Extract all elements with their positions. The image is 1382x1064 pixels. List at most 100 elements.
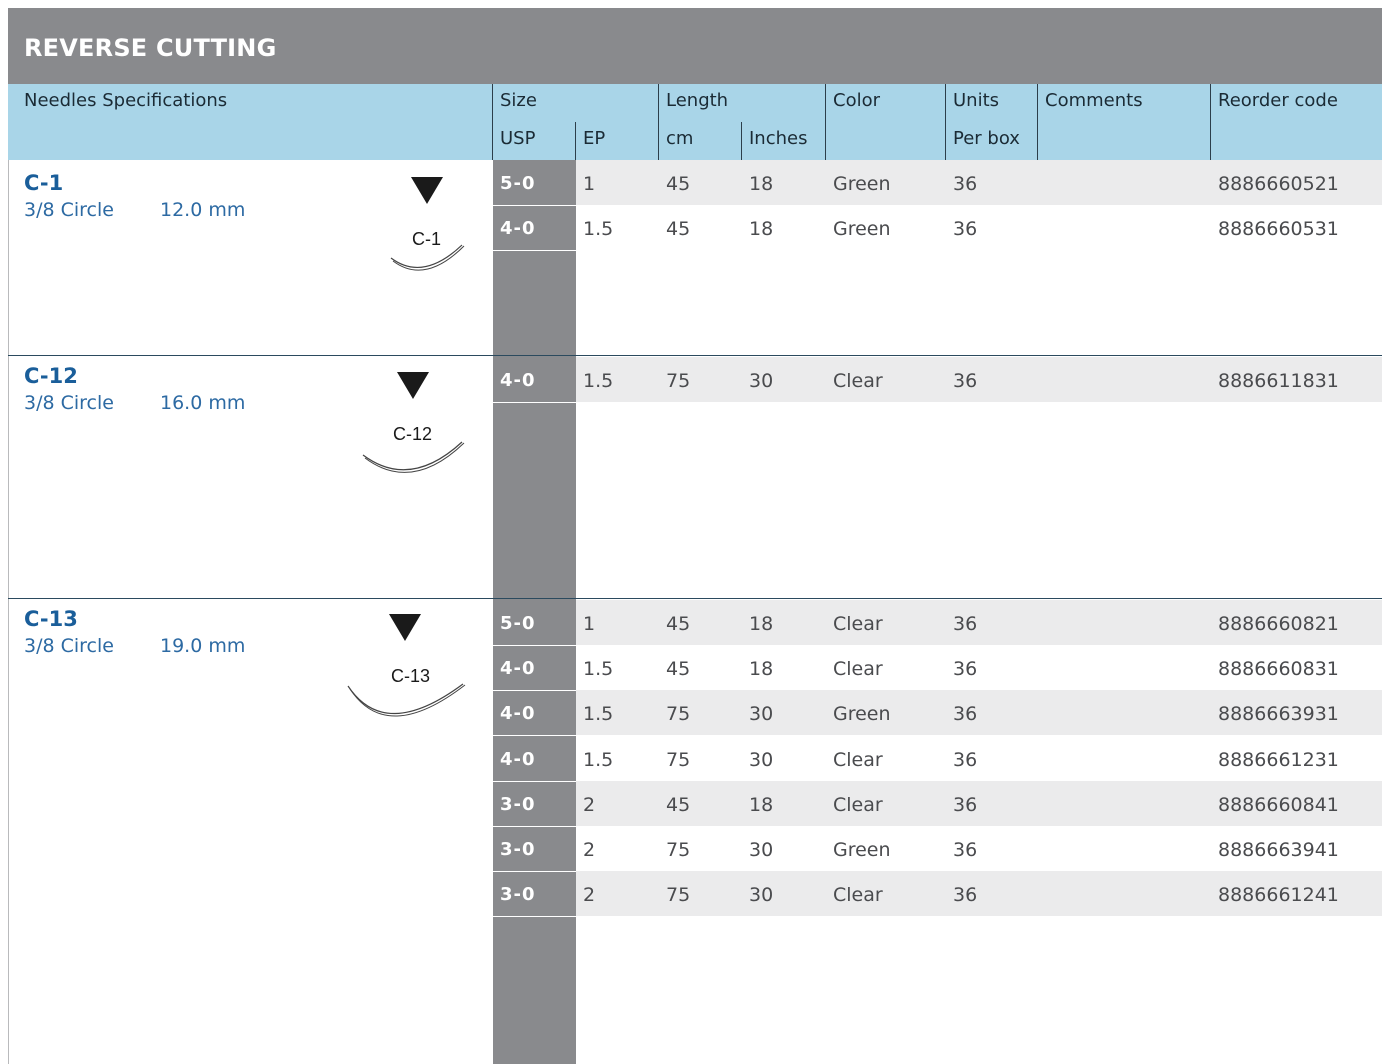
reorder-code: 8886660821 <box>1218 613 1339 635</box>
inches-value: 18 <box>749 613 774 635</box>
reorder-code: 8886611831 <box>1218 370 1339 392</box>
cm-value: 75 <box>666 703 691 725</box>
units-value: 36 <box>953 794 978 816</box>
inches-value: 30 <box>749 884 774 906</box>
header-comments: Comments <box>1045 90 1143 111</box>
page-title: REVERSE CUTTING <box>24 34 277 62</box>
cm-value: 45 <box>666 794 691 816</box>
usp-value: 3-0 <box>500 794 536 815</box>
inches-value: 18 <box>749 658 774 680</box>
usp-divider <box>493 205 576 206</box>
usp-value: 4-0 <box>500 749 536 770</box>
header-per-box: Per box <box>953 128 1020 149</box>
usp-divider <box>493 826 576 827</box>
units-value: 36 <box>953 839 978 861</box>
needle-curve-type: 3/8 Circle <box>24 392 114 414</box>
needle-size-mm: 19.0 mm <box>160 635 246 657</box>
units-value: 36 <box>953 658 978 680</box>
title-bar: REVERSE CUTTING <box>8 8 1382 84</box>
header-divider <box>492 84 493 160</box>
cm-value: 75 <box>666 839 691 861</box>
usp-value: 5-0 <box>500 173 536 194</box>
needle-curve-icon <box>390 244 465 271</box>
inches-value: 18 <box>749 218 774 240</box>
ep-value: 1.5 <box>583 370 614 392</box>
ep-value: 1.5 <box>583 703 614 725</box>
usp-value: 4-0 <box>500 218 536 239</box>
header-usp: USP <box>500 128 536 149</box>
color-value: Green <box>833 173 891 195</box>
reorder-code: 8886660831 <box>1218 658 1339 680</box>
needle-name: C-13 <box>24 607 78 631</box>
needle-curve-icon <box>347 683 466 717</box>
inches-value: 18 <box>749 794 774 816</box>
color-value: Clear <box>833 884 883 906</box>
reorder-code: 8886661231 <box>1218 749 1339 771</box>
units-value: 36 <box>953 218 978 240</box>
inches-value: 18 <box>749 173 774 195</box>
usp-divider <box>493 402 576 403</box>
needle-curve-icon <box>362 441 465 473</box>
needle-curve-type: 3/8 Circle <box>24 635 114 657</box>
reverse-cutting-triangle-icon <box>397 372 429 399</box>
header-divider <box>1210 84 1211 160</box>
usp-divider <box>493 250 576 251</box>
header-cm: cm <box>666 128 694 149</box>
inches-value: 30 <box>749 703 774 725</box>
color-value: Clear <box>833 658 883 680</box>
units-value: 36 <box>953 370 978 392</box>
ep-value: 1.5 <box>583 749 614 771</box>
header-ep: EP <box>583 128 606 149</box>
header-color: Color <box>833 90 880 111</box>
color-value: Green <box>833 839 891 861</box>
reorder-code: 8886660531 <box>1218 218 1339 240</box>
usp-value: 3-0 <box>500 884 536 905</box>
cm-value: 75 <box>666 749 691 771</box>
reverse-cutting-triangle-icon <box>389 614 421 641</box>
color-value: Clear <box>833 613 883 635</box>
needle-size-mm: 16.0 mm <box>160 392 246 414</box>
ep-value: 1.5 <box>583 218 614 240</box>
cm-value: 45 <box>666 613 691 635</box>
ep-value: 2 <box>583 884 596 906</box>
units-value: 36 <box>953 613 978 635</box>
inches-value: 30 <box>749 370 774 392</box>
header-divider <box>945 84 946 160</box>
usp-divider <box>493 735 576 736</box>
ep-value: 1 <box>583 613 596 635</box>
section-separator <box>8 355 1382 356</box>
header-units: Units <box>953 90 1000 111</box>
ep-value: 1 <box>583 173 596 195</box>
usp-value: 4-0 <box>500 658 536 679</box>
units-value: 36 <box>953 173 978 195</box>
header-divider <box>1037 84 1038 160</box>
color-value: Clear <box>833 794 883 816</box>
usp-divider <box>493 690 576 691</box>
reorder-code: 8886663931 <box>1218 703 1339 725</box>
inches-value: 30 <box>749 749 774 771</box>
needle-size-mm: 12.0 mm <box>160 199 246 221</box>
color-value: Green <box>833 703 891 725</box>
needle-curve-type: 3/8 Circle <box>24 199 114 221</box>
reverse-cutting-triangle-icon <box>411 177 443 204</box>
inches-value: 30 <box>749 839 774 861</box>
header-inches: Inches <box>749 128 808 149</box>
ep-value: 1.5 <box>583 658 614 680</box>
usp-value: 4-0 <box>500 370 536 391</box>
header-needles-spec: Needles Specifications <box>24 90 228 111</box>
needle-name: C-1 <box>24 171 64 195</box>
header-size: Size <box>500 90 537 111</box>
units-value: 36 <box>953 749 978 771</box>
reorder-code: 8886660521 <box>1218 173 1339 195</box>
usp-divider <box>493 645 576 646</box>
table-left-border <box>8 160 9 1064</box>
usp-value: 5-0 <box>500 613 536 634</box>
header-length: Length <box>666 90 729 111</box>
header-divider <box>575 122 576 160</box>
ep-value: 2 <box>583 794 596 816</box>
header-divider <box>658 84 659 160</box>
cm-value: 45 <box>666 173 691 195</box>
header-divider <box>825 84 826 160</box>
usp-column <box>493 160 576 1064</box>
usp-divider <box>493 916 576 917</box>
